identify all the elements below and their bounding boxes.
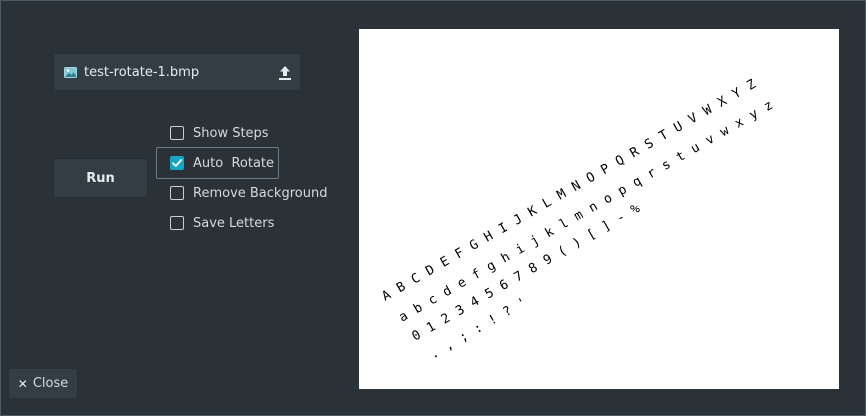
file-chooser-button[interactable]: test-rotate-1.bmp: [53, 53, 301, 91]
save-letters-label: Save Letters: [193, 215, 275, 231]
save-letters-checkbox[interactable]: [170, 216, 184, 230]
run-button[interactable]: Run: [53, 158, 148, 198]
close-icon: ✕: [17, 376, 28, 391]
close-label: Close: [32, 376, 69, 391]
main-window: test-rotate-1.bmp Run Show Steps Auto Ro…: [0, 0, 866, 416]
image-preview: A B C D E F G H I J K L M N O P Q R S T …: [359, 29, 839, 389]
remove-background-checkbox[interactable]: [170, 186, 184, 200]
checkmark-icon: [172, 159, 183, 167]
image-file-icon: [64, 66, 77, 78]
preview-uppercase-line: A B C D E F G H I J K L M N O P Q R S T …: [380, 77, 760, 305]
option-auto-rotate[interactable]: Auto Rotate: [170, 153, 274, 173]
option-remove-background[interactable]: Remove Background: [170, 183, 327, 203]
auto-rotate-checkbox[interactable]: [170, 156, 184, 170]
option-save-letters[interactable]: Save Letters: [170, 213, 274, 233]
preview-lowercase-line: a b c d e f g h i j k l m n o p q r s t …: [397, 98, 777, 326]
option-show-steps[interactable]: Show Steps: [170, 123, 269, 143]
upload-icon: [278, 65, 292, 81]
preview-image-canvas: A B C D E F G H I J K L M N O P Q R S T …: [380, 77, 777, 363]
show-steps-checkbox[interactable]: [170, 126, 184, 140]
remove-background-label: Remove Background: [193, 185, 328, 201]
selected-filename: test-rotate-1.bmp: [84, 64, 200, 80]
show-steps-label: Show Steps: [193, 125, 269, 141]
close-button[interactable]: ✕ Close: [8, 368, 78, 399]
auto-rotate-label: Auto Rotate: [193, 155, 275, 171]
